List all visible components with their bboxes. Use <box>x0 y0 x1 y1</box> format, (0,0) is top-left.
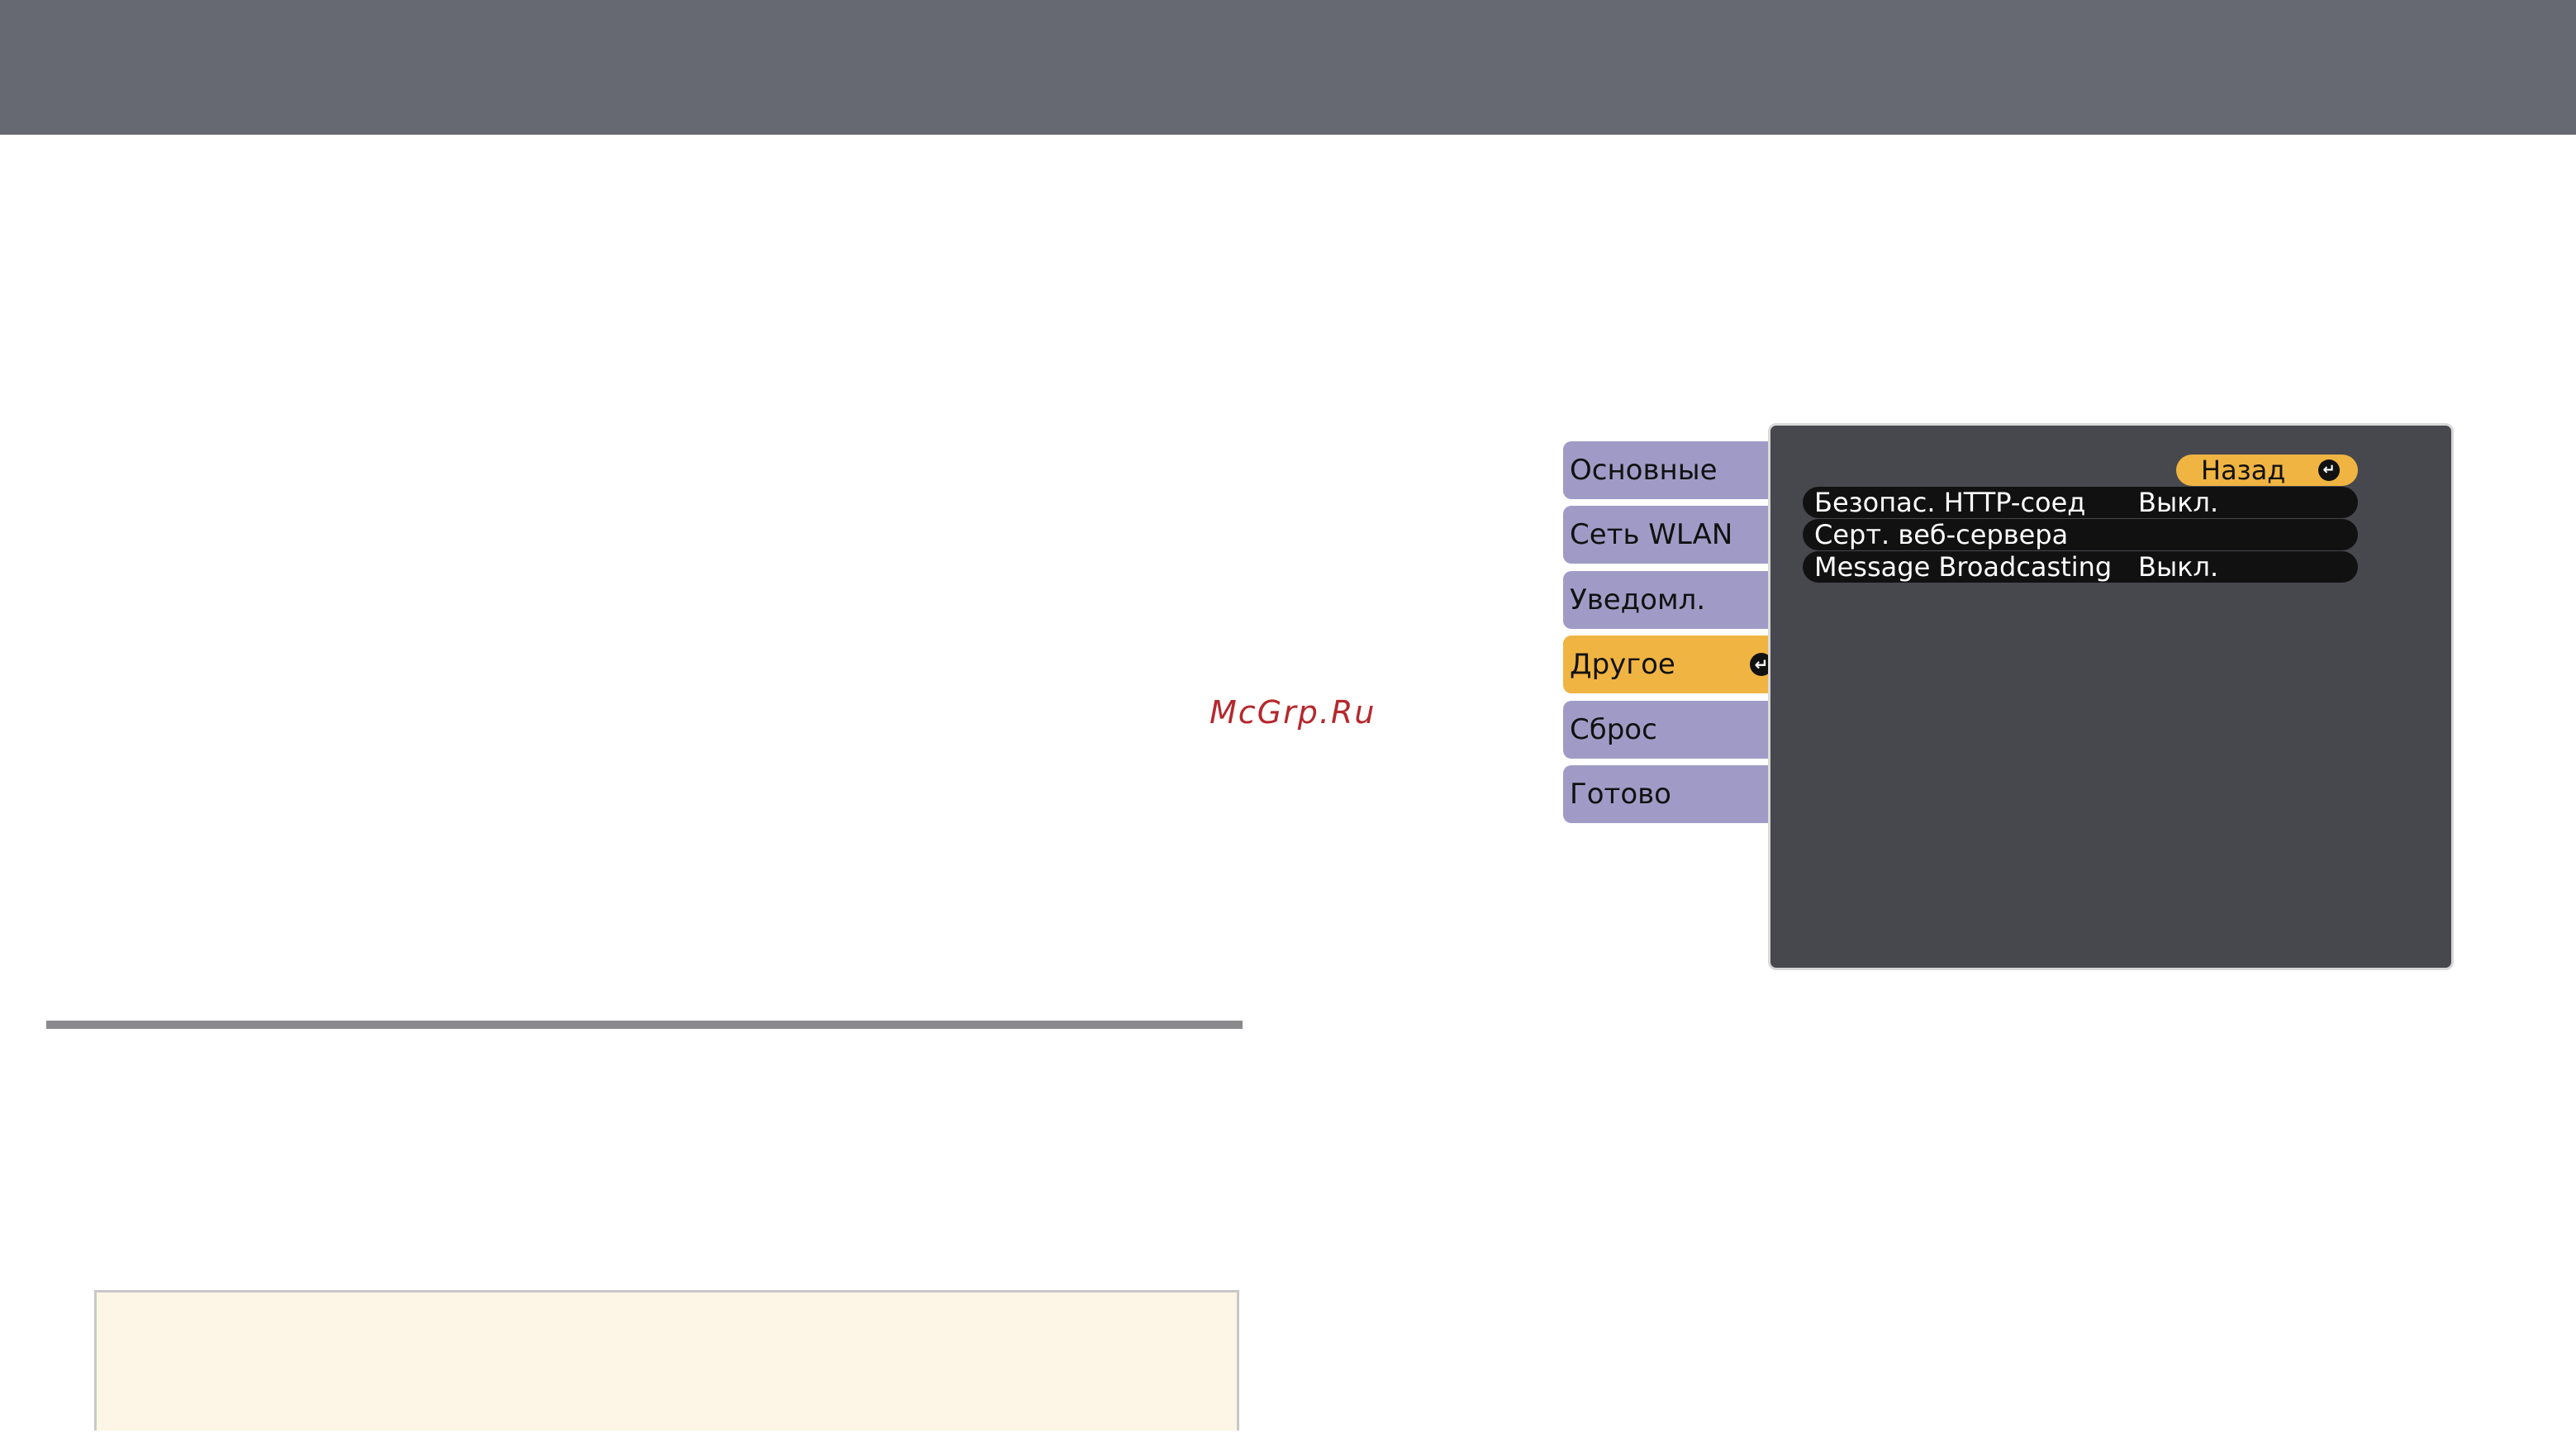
watermark-text: McGrp.Ru <box>1210 694 1376 731</box>
section-divider <box>46 1021 1243 1029</box>
tab-gotovo[interactable]: Готово <box>1563 765 1794 823</box>
tab-osnovnye[interactable]: Основные <box>1563 441 1794 499</box>
tab-label: Готово <box>1570 778 1671 811</box>
tab-drugoe[interactable]: Другое ↵ <box>1563 636 1783 693</box>
tab-label: Уведомл. <box>1570 583 1706 617</box>
setting-row-https[interactable]: Безопас. HTTP-соед Выкл. <box>1803 487 2358 518</box>
note-box <box>94 1290 1239 1431</box>
setting-label: Message Broadcasting <box>1814 551 2113 583</box>
setting-label: Серт. веб-сервера <box>1814 519 2069 550</box>
tab-label: Сброс <box>1570 713 1657 746</box>
back-button[interactable]: Назад ↵ <box>2176 455 2358 486</box>
tab-set-wlan[interactable]: Сеть WLAN <box>1563 506 1794 564</box>
setting-label: Безопас. HTTP-соед <box>1814 487 2086 518</box>
setting-value: Выкл. <box>2138 487 2219 518</box>
top-header-bar <box>0 0 2576 135</box>
setting-row-web-cert[interactable]: Серт. веб-сервера <box>1803 519 2358 550</box>
tab-label: Основные <box>1570 454 1718 487</box>
tab-sbros[interactable]: Сброс <box>1563 701 1794 759</box>
tab-uvedoml[interactable]: Уведомл. <box>1563 571 1794 629</box>
setting-value: Выкл. <box>2138 551 2219 583</box>
enter-icon: ↵ <box>2318 459 2340 481</box>
setting-row-message-broadcasting[interactable]: Message Broadcasting Выкл. <box>1803 551 2358 583</box>
back-button-label: Назад <box>2201 455 2286 486</box>
tab-label: Сеть WLAN <box>1570 518 1733 551</box>
tab-label: Другое <box>1570 648 1675 681</box>
